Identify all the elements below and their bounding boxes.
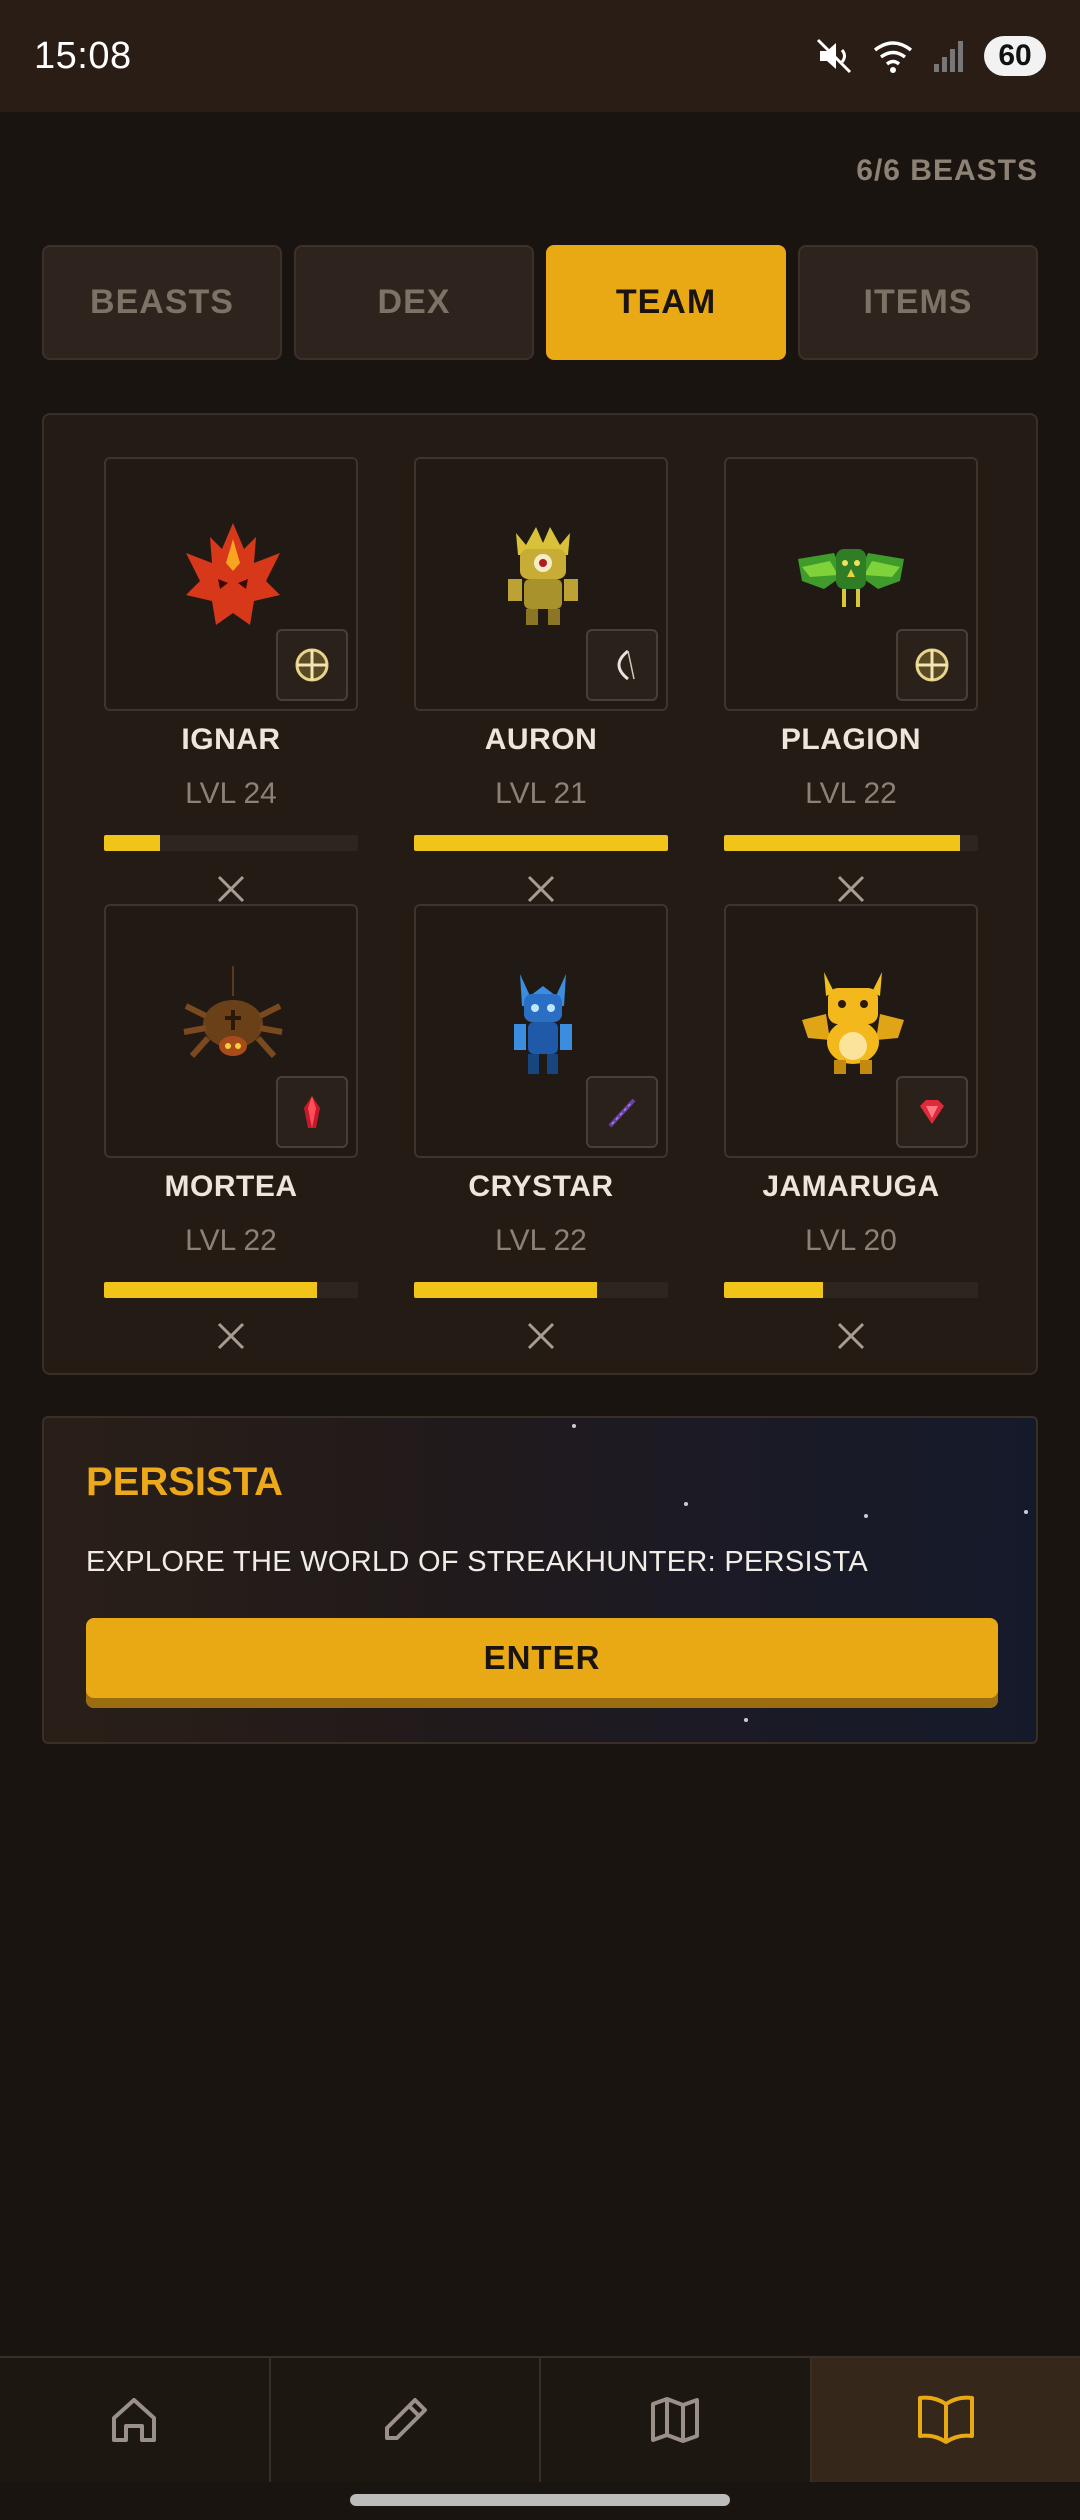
beast-name: JAMARUGA <box>762 1170 940 1203</box>
tab-beasts[interactable]: BEASTS <box>42 245 282 360</box>
star-decoration <box>1024 1510 1028 1514</box>
crystal-beast-sprite-icon <box>514 974 572 1074</box>
red-crystal-icon <box>304 1096 320 1128</box>
enter-button[interactable]: ENTER <box>86 1618 998 1708</box>
beast-name: MORTEA <box>164 1170 298 1203</box>
xp-bar <box>724 835 978 851</box>
home-icon <box>112 2398 157 2442</box>
beast-level: LVL 22 <box>495 1224 587 1257</box>
beast-level: LVL 21 <box>495 777 587 810</box>
held-item-badge[interactable] <box>276 629 348 701</box>
green-bird-sprite-icon <box>798 549 904 607</box>
beast-portrait[interactable] <box>724 457 978 711</box>
beast-level: LVL 24 <box>185 777 277 810</box>
close-icon <box>217 875 245 903</box>
wifi-icon <box>873 41 913 73</box>
beast-level: LVL 22 <box>805 777 897 810</box>
xp-bar-fill <box>414 835 668 851</box>
xp-bar <box>104 835 358 851</box>
status-icons: 60 <box>814 36 1046 76</box>
golden-beast-sprite-icon <box>508 527 578 625</box>
close-icon <box>837 1322 865 1350</box>
staff-icon <box>608 1098 636 1128</box>
xp-bar-fill <box>104 835 160 851</box>
beast-level: LVL 20 <box>805 1224 897 1257</box>
beast-level: LVL 22 <box>185 1224 277 1257</box>
home-indicator[interactable] <box>350 2494 730 2506</box>
crosshair-icon <box>915 648 949 682</box>
star-decoration <box>744 1718 748 1722</box>
remove-beast-button[interactable] <box>511 1306 571 1366</box>
pencil-icon <box>384 2398 427 2440</box>
mute-icon <box>816 38 852 74</box>
team-panel: IGNAR LVL 24 AURON LVL 21 PLAGION LVL 22… <box>42 413 1038 1375</box>
fire-beast-sprite-icon <box>186 523 280 625</box>
world-description: EXPLORE THE WORLD OF STREAKHUNTER: PERSI… <box>86 1546 869 1578</box>
map-icon <box>651 2397 700 2443</box>
nav-home[interactable] <box>0 2358 271 2482</box>
xp-bar-fill <box>104 1282 318 1298</box>
xp-bar <box>724 1282 978 1298</box>
nav-book[interactable] <box>811 2358 1080 2482</box>
spider-beast-sprite-icon <box>183 966 283 1058</box>
xp-bar-fill <box>414 1282 597 1298</box>
ruby-icon <box>920 1100 944 1124</box>
held-item-badge[interactable] <box>586 1076 658 1148</box>
bow-icon <box>617 649 635 681</box>
close-icon <box>527 875 555 903</box>
beast-name: CRYSTAR <box>468 1170 614 1203</box>
xp-bar-fill <box>724 1282 824 1298</box>
held-item-badge[interactable] <box>276 1076 348 1148</box>
xp-bar-fill <box>724 835 961 851</box>
nav-edit[interactable] <box>271 2358 541 2482</box>
star-decoration <box>864 1514 868 1518</box>
world-title: PERSISTA <box>86 1460 284 1504</box>
close-icon <box>217 1322 245 1350</box>
beast-portrait[interactable] <box>104 457 358 711</box>
status-bar: 15:08 60 <box>0 0 1080 112</box>
bottom-nav <box>0 2356 1080 2482</box>
battery-indicator: 60 <box>984 36 1046 76</box>
beast-portrait[interactable] <box>104 904 358 1158</box>
beast-portrait[interactable] <box>414 904 668 1158</box>
remove-beast-button[interactable] <box>821 1306 881 1366</box>
xp-bar <box>414 835 668 851</box>
beast-portrait[interactable] <box>724 904 978 1158</box>
world-card: PERSISTA EXPLORE THE WORLD OF STREAKHUNT… <box>42 1416 1038 1744</box>
beast-name: PLAGION <box>780 723 922 756</box>
signal-icon <box>934 41 963 72</box>
star-decoration <box>684 1502 688 1506</box>
star-decoration <box>572 1424 576 1428</box>
xp-bar <box>104 1282 358 1298</box>
beast-portrait[interactable] <box>414 457 668 711</box>
beasts-count: 6/6 BEASTS <box>856 154 1038 187</box>
xp-bar <box>414 1282 668 1298</box>
status-time: 15:08 <box>34 34 132 77</box>
tab-dex[interactable]: DEX <box>294 245 534 360</box>
held-item-badge[interactable] <box>586 629 658 701</box>
nav-map[interactable] <box>541 2358 812 2482</box>
beast-name: AURON <box>484 723 598 756</box>
tab-bar: BEASTS DEX TEAM ITEMS <box>42 245 1038 360</box>
tab-team[interactable]: TEAM <box>546 245 786 360</box>
crosshair-icon <box>295 648 329 682</box>
remove-beast-button[interactable] <box>201 1306 261 1366</box>
held-item-badge[interactable] <box>896 1076 968 1148</box>
yellow-dragon-sprite-icon <box>802 972 904 1074</box>
close-icon <box>837 875 865 903</box>
close-icon <box>527 1322 555 1350</box>
book-icon <box>917 2395 974 2444</box>
held-item-badge[interactable] <box>896 629 968 701</box>
beast-name: IGNAR <box>181 723 281 756</box>
tab-items[interactable]: ITEMS <box>798 245 1038 360</box>
